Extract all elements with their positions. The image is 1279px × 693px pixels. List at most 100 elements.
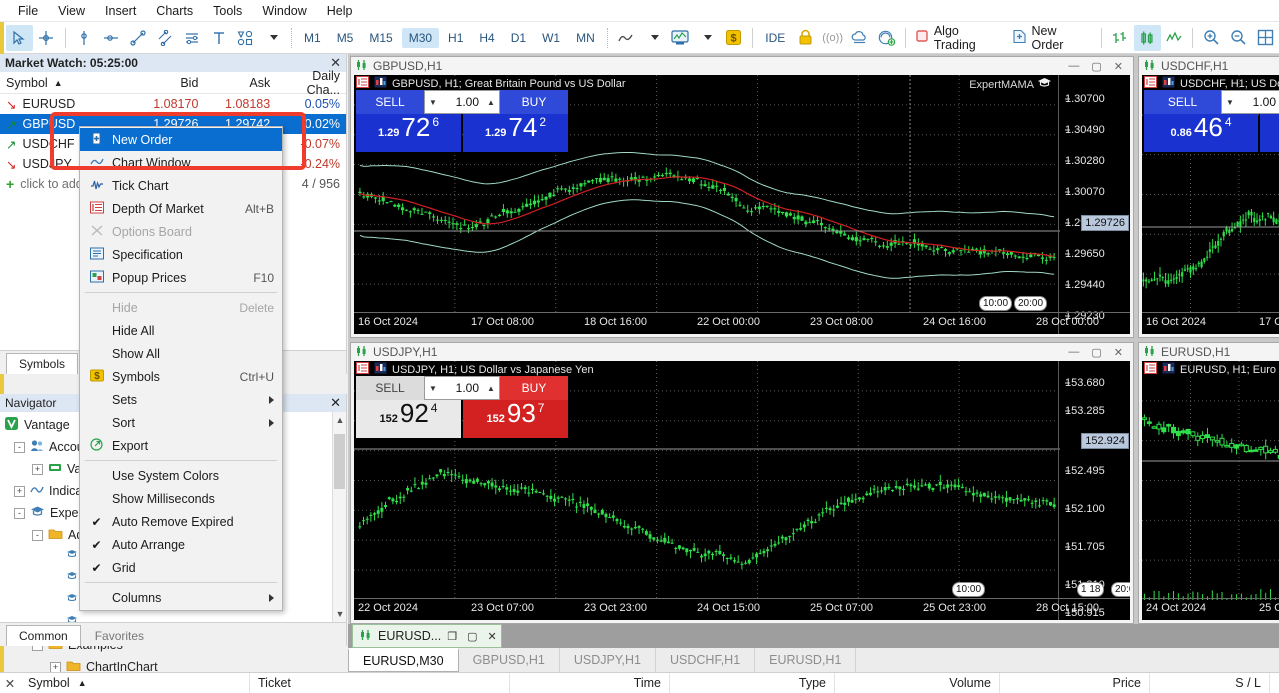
- volume-value[interactable]: 1.00: [1238, 95, 1279, 109]
- close-icon[interactable]: ✕: [487, 630, 496, 643]
- sell-price[interactable]: 0.86 46 4: [1144, 114, 1258, 152]
- ide-button[interactable]: IDE: [758, 28, 792, 48]
- volume-down-icon[interactable]: ▼: [1222, 98, 1238, 107]
- chart-window-gbpusd[interactable]: GBPUSD,H1 — ▢ ✕ GBPUSD, H1; Great Britai…: [350, 56, 1134, 338]
- menu-item-file[interactable]: File: [8, 2, 48, 20]
- expand-toggle-icon[interactable]: +: [50, 662, 61, 673]
- chart-canvas-gbpusd[interactable]: GBPUSD, H1; Great Britain Pound vs US Do…: [354, 75, 1130, 334]
- chart-tab-eurusd-m30[interactable]: EURUSD,M30: [348, 648, 459, 672]
- context-menu-item-sets[interactable]: Sets: [80, 388, 282, 411]
- restore-icon[interactable]: ❐: [447, 630, 457, 643]
- close-icon[interactable]: ✕: [0, 676, 20, 691]
- scrollbar-thumb[interactable]: [334, 434, 345, 489]
- lock-icon[interactable]: [792, 25, 819, 51]
- time-axis-gbpusd[interactable]: 16 Oct 202417 Oct 08:0018 Oct 16:0022 Oc…: [354, 312, 1130, 334]
- scroll-up-icon[interactable]: ▲: [333, 412, 347, 428]
- expand-toggle-icon[interactable]: -: [32, 530, 43, 541]
- sell-button[interactable]: SELL: [1144, 90, 1221, 114]
- menu-item-tools[interactable]: Tools: [203, 2, 252, 20]
- fibonacci-icon[interactable]: [178, 25, 205, 51]
- context-menu-item-hide-all[interactable]: Hide All: [80, 319, 282, 342]
- price-axis-gbpusd[interactable]: 1.307001.304901.302801.300701.298601.296…: [1058, 75, 1130, 334]
- timeframe-m1[interactable]: M1: [297, 28, 328, 48]
- close-icon[interactable]: ✕: [1114, 346, 1123, 359]
- timeframe-m5[interactable]: M5: [330, 28, 361, 48]
- volume-stepper[interactable]: ▼ 1.00 ▲: [1221, 90, 1279, 114]
- terminal-column-symbol[interactable]: Symbol ▲: [20, 673, 250, 693]
- menu-item-help[interactable]: Help: [317, 2, 363, 20]
- line-mode-icon[interactable]: [1161, 25, 1188, 51]
- tab-symbols[interactable]: Symbols: [6, 353, 78, 374]
- context-menu-item-tick-chart[interactable]: Tick Chart: [80, 174, 282, 197]
- menu-item-view[interactable]: View: [48, 2, 95, 20]
- timeframe-m15[interactable]: M15: [362, 28, 399, 48]
- volume-down-icon[interactable]: ▼: [425, 98, 441, 107]
- one-click-trading-usdjpy[interactable]: SELL ▼ 1.00 ▲ BUY 152 92 4 152: [356, 376, 568, 438]
- trendline-icon[interactable]: [125, 25, 152, 51]
- column-bid[interactable]: Bid: [130, 76, 205, 90]
- volume-up-icon[interactable]: ▲: [483, 384, 499, 393]
- volume-stepper[interactable]: ▼ 1.00 ▲: [424, 90, 500, 114]
- buy-price[interactable]: 152 93 7: [463, 400, 568, 438]
- time-axis-eurusd[interactable]: 24 Oct 202425 Oct: [1142, 598, 1279, 620]
- chart-tab-eurusd-h1[interactable]: EURUSD,H1: [755, 648, 856, 672]
- context-menu-item-show-all[interactable]: Show All: [80, 342, 282, 365]
- minimize-icon[interactable]: —: [1068, 60, 1079, 73]
- chart-window-usdjpy[interactable]: USDJPY,H1 — ▢ ✕ USDJPY, H1; US Dollar vs…: [350, 342, 1134, 624]
- terminal-column-volume[interactable]: Volume: [835, 673, 1000, 693]
- zoom-out-icon[interactable]: [1225, 25, 1252, 51]
- navigator-scrollbar[interactable]: ▲ ▼: [332, 412, 346, 622]
- chart-window-eurusd[interactable]: EURUSD,H1 EURUSD, H1; Euro v 24 Oct 2024…: [1138, 342, 1279, 624]
- context-menu-item-symbols[interactable]: $SymbolsCtrl+U: [80, 365, 282, 388]
- terminal-column-price[interactable]: Price: [1000, 673, 1150, 693]
- terminal-column-type[interactable]: Type: [670, 673, 835, 693]
- buy-price[interactable]: 0.8: [1260, 114, 1279, 152]
- vertical-line-icon[interactable]: [71, 25, 98, 51]
- menu-item-insert[interactable]: Insert: [95, 2, 146, 20]
- timeframe-mn[interactable]: MN: [569, 28, 602, 48]
- scroll-down-icon[interactable]: ▼: [333, 606, 347, 622]
- signal-icon[interactable]: ((o)): [819, 25, 846, 51]
- context-menu-item-depth-of-market[interactable]: Depth Of MarketAlt+B: [80, 197, 282, 220]
- indicators-dropdown-icon[interactable]: [693, 25, 720, 51]
- maximize-icon[interactable]: ▢: [1091, 60, 1101, 73]
- context-menu-item-specification[interactable]: Specification: [80, 243, 282, 266]
- chart-tab-usdchf-h1[interactable]: USDCHF,H1: [656, 648, 755, 672]
- crosshair-icon[interactable]: [33, 25, 60, 51]
- close-icon[interactable]: ✕: [1114, 60, 1123, 73]
- chart-canvas-usdjpy[interactable]: USDJPY, H1; US Dollar vs Japanese Yen SE…: [354, 361, 1130, 620]
- shapes-dropdown-icon[interactable]: [259, 25, 286, 51]
- column-daily-change[interactable]: Daily Cha...: [276, 69, 346, 97]
- sell-price[interactable]: 152 92 4: [356, 400, 461, 438]
- buy-price[interactable]: 1.29 74 2: [463, 114, 568, 152]
- chart-tab-gbpusd-h1[interactable]: GBPUSD,H1: [459, 648, 560, 672]
- timeframe-h4[interactable]: H4: [472, 28, 501, 48]
- context-menu-item-popup-prices[interactable]: Popup PricesF10: [80, 266, 282, 289]
- chart-canvas-eurusd[interactable]: EURUSD, H1; Euro v 24 Oct 202425 Oct: [1142, 361, 1279, 620]
- chart-canvas-usdchf[interactable]: USDCHF, H1; US Do SELL ▼ 1.00 ▲ 0.86 46: [1142, 75, 1279, 334]
- indicators-icon[interactable]: [667, 25, 694, 51]
- context-menu-item-chart-window[interactable]: Chart Window: [80, 151, 282, 174]
- time-axis-usdjpy[interactable]: 22 Oct 202423 Oct 07:0023 Oct 23:0024 Oc…: [354, 598, 1130, 620]
- context-menu-item-export[interactable]: Export: [80, 434, 282, 457]
- terminal-column-time[interactable]: Time: [510, 673, 670, 693]
- context-menu-item-auto-remove-expired[interactable]: ✔Auto Remove Expired: [80, 510, 282, 533]
- time-axis-usdchf[interactable]: 16 Oct 202417 Oct: [1142, 312, 1279, 334]
- floating-chart-window[interactable]: EURUSD... ❐ ▢ ✕: [352, 624, 502, 648]
- terminal-column-ticket[interactable]: Ticket: [250, 673, 510, 693]
- volume-down-icon[interactable]: ▼: [425, 384, 441, 393]
- timeframe-m30[interactable]: M30: [402, 28, 439, 48]
- sell-price[interactable]: 1.29 72 6: [356, 114, 461, 152]
- maximize-icon[interactable]: ▢: [467, 630, 477, 643]
- bar-chart-icon[interactable]: [1107, 25, 1134, 51]
- vps-icon[interactable]: [873, 25, 900, 51]
- line-chart-dropdown-icon[interactable]: [640, 25, 667, 51]
- column-symbol[interactable]: Symbol ▲: [0, 76, 130, 90]
- algo-trading-button[interactable]: Algo Trading: [911, 22, 1008, 54]
- zoom-in-icon[interactable]: [1198, 25, 1225, 51]
- expand-toggle-icon[interactable]: -: [14, 508, 25, 519]
- volume-up-icon[interactable]: ▲: [483, 98, 499, 107]
- minimize-icon[interactable]: —: [1068, 346, 1079, 359]
- shapes-icon[interactable]: [232, 25, 259, 51]
- context-menu-item-use-system-colors[interactable]: Use System Colors: [80, 464, 282, 487]
